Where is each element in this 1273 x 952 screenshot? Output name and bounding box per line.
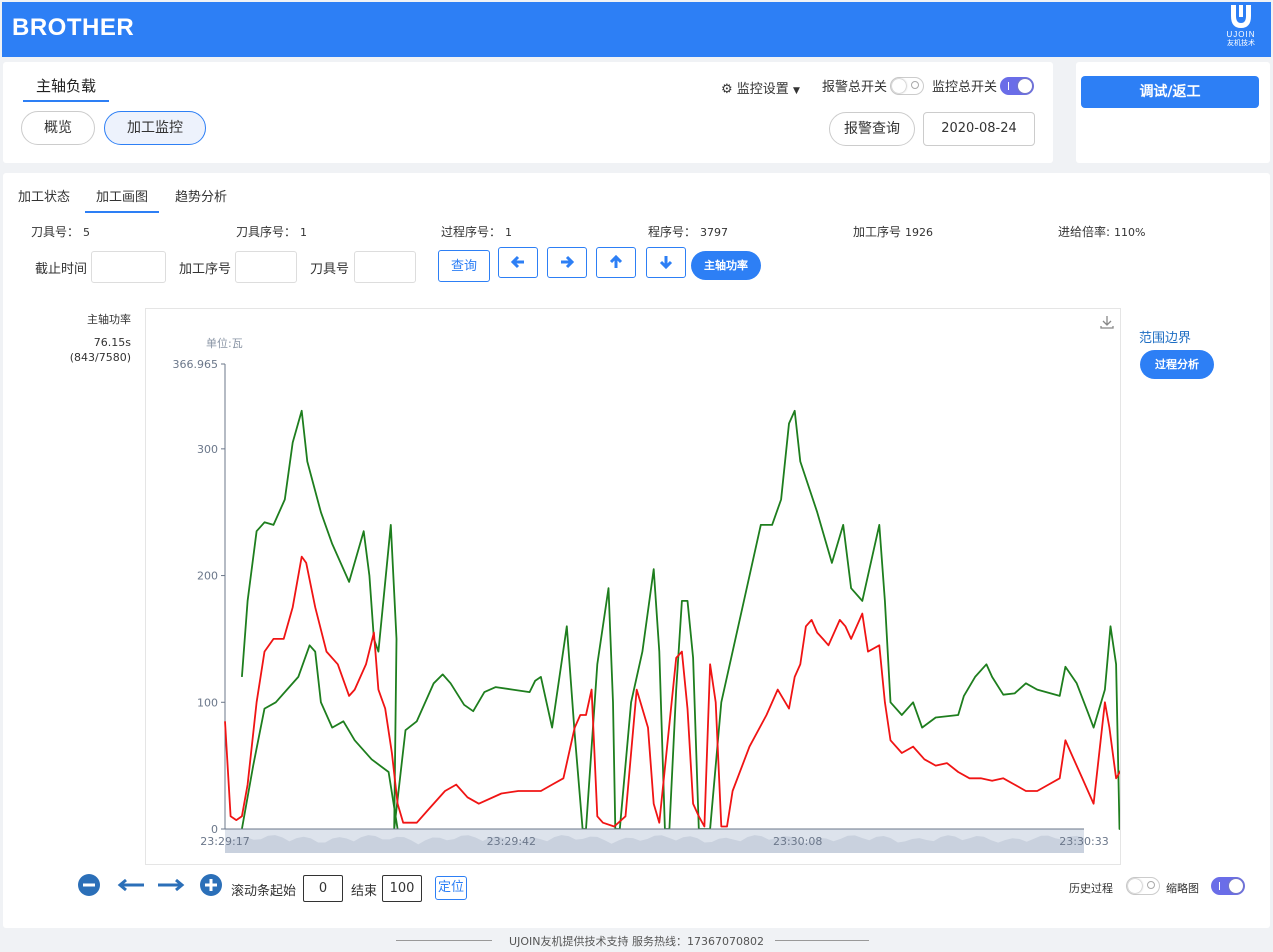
spindle-power-button[interactable]: 主轴功率 xyxy=(691,251,761,280)
end-label: 结束 xyxy=(351,884,378,899)
series-line-2 xyxy=(241,644,399,830)
tab-machining-drawing[interactable]: 加工画图 xyxy=(85,186,160,213)
side-count: (843/7580) xyxy=(69,351,131,364)
arrow-down-button[interactable] xyxy=(646,247,686,278)
x-tick-label: 23:30:08 xyxy=(773,835,822,848)
side-panel: 调试/返工 xyxy=(1076,62,1270,163)
machining-number-input[interactable] xyxy=(235,251,297,283)
tool-number-input[interactable] xyxy=(354,251,416,283)
history-process-toggle[interactable] xyxy=(1126,877,1160,895)
tab-machining-status[interactable]: 加工状态 xyxy=(18,186,70,205)
brand-title: BROTHER xyxy=(12,14,135,41)
footer-line-right xyxy=(775,940,869,941)
series-layer xyxy=(224,409,1273,830)
series-line-1 xyxy=(224,555,1233,830)
side-time: 76.15s xyxy=(93,336,131,349)
logo-subtext: 友机技术 xyxy=(1227,39,1255,47)
monitor-switch-label: 监控总开关 xyxy=(932,80,998,95)
tab-trend-analysis[interactable]: 趋势分析 xyxy=(175,186,227,205)
y-tick-label: 366.965 xyxy=(173,358,219,371)
page-tab-spindle-load[interactable]: 主轴负载 xyxy=(23,75,109,102)
arrow-down-icon xyxy=(659,256,673,270)
power-chart-svg: 单位:瓦 366.9653002001000 23:29:17 23:29:42 2… xyxy=(173,336,1273,853)
alarm-switch-toggle[interactable] xyxy=(890,77,924,95)
date-picker[interactable]: 2020-08-24 xyxy=(923,112,1035,146)
logo-text: UJOIN xyxy=(1226,30,1256,39)
tool-number-info: 刀具号： 5 xyxy=(31,225,91,239)
monitor-switch-toggle[interactable] xyxy=(1000,77,1034,95)
cutoff-time-input[interactable] xyxy=(91,251,166,283)
y-axis: 366.9653002001000 xyxy=(173,358,226,836)
debug-rework-button[interactable]: 调试/返工 xyxy=(1081,76,1259,108)
overview-button[interactable]: 概览 xyxy=(21,111,95,145)
x-tick-label: 23:29:42 xyxy=(487,835,536,848)
top-bar: BROTHER UJOIN 友机技术 xyxy=(2,2,1271,57)
x-axis: 23:29:17 23:29:42 23:30:08 23:30:33 xyxy=(200,828,1109,853)
thumbnail-label: 缩略图 xyxy=(1166,882,1199,895)
machining-monitor-button[interactable]: 加工监控 xyxy=(104,111,206,145)
feed-rate-info: 进给倍率: 110% xyxy=(1058,225,1146,239)
ujoin-logo: UJOIN 友机技术 xyxy=(1221,4,1261,54)
history-process-label: 历史过程 xyxy=(1069,882,1113,895)
series-line-0 xyxy=(241,409,1273,830)
tool-number-label: 刀具号 xyxy=(310,262,350,277)
tool-seq-info: 刀具序号： 1 xyxy=(236,225,308,239)
y-tick-label: 300 xyxy=(197,443,218,456)
cutoff-time-label: 截止时间 xyxy=(35,262,88,277)
pan-left-icon[interactable] xyxy=(117,878,145,892)
end-input[interactable]: 100 xyxy=(382,875,422,902)
arrow-right-icon xyxy=(561,255,575,269)
x-tick-label: 23:29:17 xyxy=(200,835,249,848)
scroll-start-label: 滚动条起始 xyxy=(231,884,297,899)
footer-text: UJOIN友机提供技术支持 服务热线：17367070802 xyxy=(509,935,764,948)
thumbnail-toggle[interactable] xyxy=(1211,877,1245,895)
main-panel: 加工状态 加工画图 趋势分析 刀具号： 5 刀具序号： 1 过程序号： 1 程序号： 3… xyxy=(3,173,1273,928)
y-tick-label: 200 xyxy=(197,570,218,583)
ujoin-logo-icon xyxy=(1231,5,1251,28)
monitor-settings-dropdown[interactable]: ⚙ 监控设置 ▼ xyxy=(721,78,800,97)
range-boundary-link[interactable]: 范围边界 xyxy=(1139,327,1191,346)
side-title: 主轴功率 xyxy=(87,313,131,326)
query-button[interactable]: 查询 xyxy=(438,250,490,282)
gears-icon: ⚙ xyxy=(721,82,733,97)
caret-down-icon: ▼ xyxy=(792,86,800,96)
unit-label: 单位:瓦 xyxy=(206,336,243,350)
arrow-up-icon xyxy=(609,254,623,268)
zoom-in-icon[interactable] xyxy=(199,873,223,897)
alarm-query-button[interactable]: 报警查询 xyxy=(829,112,915,146)
locate-button[interactable]: 定位 xyxy=(435,876,468,900)
monitor-settings-label: 监控设置 xyxy=(736,82,789,97)
zoom-out-icon[interactable] xyxy=(77,873,101,897)
arrow-right-button[interactable] xyxy=(547,247,587,278)
alarm-switch-label: 报警总开关 xyxy=(822,80,888,95)
download-icon[interactable] xyxy=(1100,315,1114,329)
process-seq-info: 过程序号： 1 xyxy=(441,225,513,239)
machining-number-info: 加工序号 1926 xyxy=(853,225,934,239)
power-chart: 单位:瓦 366.965 300 200 100 0 23:29:17 23:29:42 2… xyxy=(145,308,1273,865)
process-analysis-button[interactable]: 过程分析 xyxy=(1140,350,1214,379)
pan-right-icon[interactable] xyxy=(157,878,185,892)
arrow-left-button[interactable] xyxy=(498,247,538,278)
scroll-start-input[interactable]: 0 xyxy=(303,875,343,902)
x-tick-label: 23:30:33 xyxy=(1059,835,1108,848)
arrow-up-button[interactable] xyxy=(596,247,636,278)
y-tick-label: 100 xyxy=(197,696,218,709)
program-number-info: 程序号： 3797 xyxy=(648,225,729,239)
machining-number-label: 加工序号 xyxy=(179,262,232,277)
header-panel: 主轴负载 概览 加工监控 ⚙ 监控设置 ▼ 报警总开关 监控总开关 报警查询 2… xyxy=(3,62,1053,163)
arrow-left-icon xyxy=(510,255,524,269)
